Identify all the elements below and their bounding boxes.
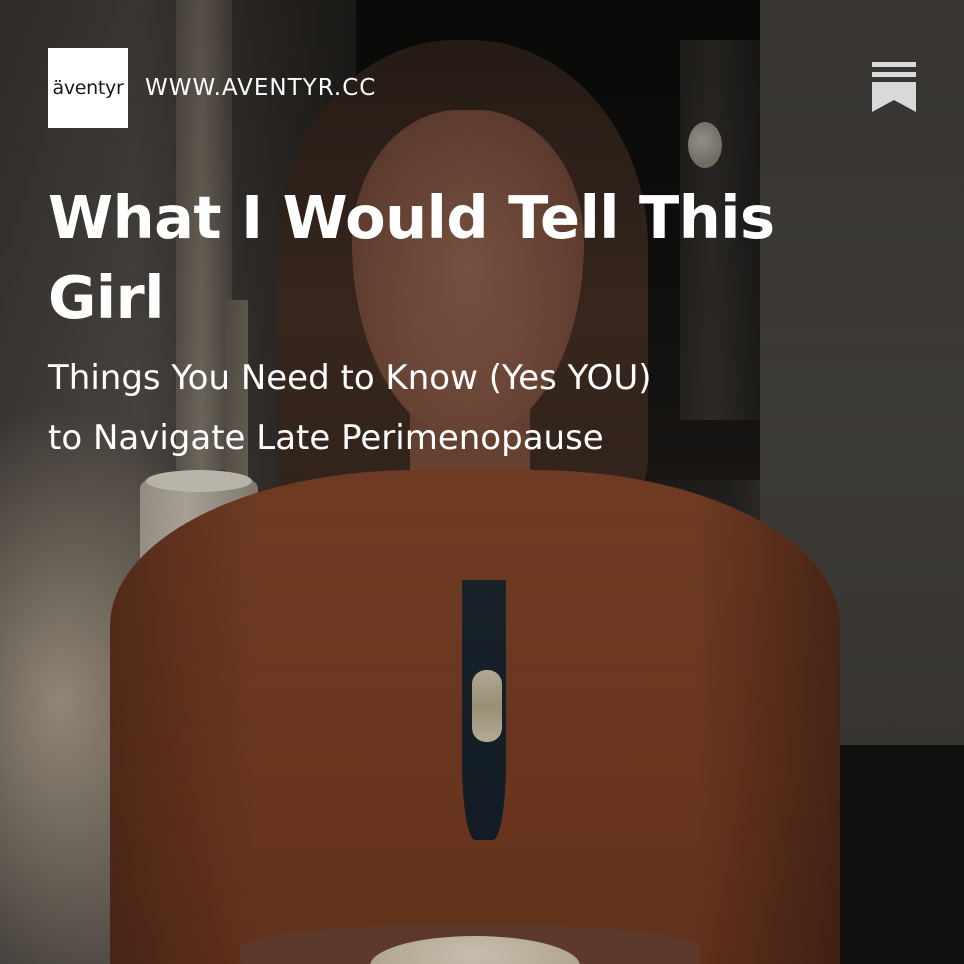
site-url[interactable]: WWW.AVENTYR.CC — [145, 75, 376, 101]
publication-brand[interactable]: äventyr WWW.AVENTYR.CC — [48, 48, 376, 128]
photo-dark-overlay — [0, 0, 964, 964]
subtitle-line-2: to Navigate Late Perimenopause — [48, 418, 604, 458]
post-subtitle: Things You Need to Know (Yes YOU) to Nav… — [48, 348, 868, 468]
subtitle-line-1: Things You Need to Know (Yes YOU) — [48, 358, 652, 398]
bookmark-icon[interactable] — [872, 62, 916, 112]
publication-logo[interactable]: äventyr — [48, 48, 128, 128]
post-share-card: äventyr WWW.AVENTYR.CC What I Would Tell… — [0, 0, 964, 964]
post-title: What I Would Tell This Girl — [48, 183, 775, 332]
logo-text: äventyr — [52, 77, 124, 99]
